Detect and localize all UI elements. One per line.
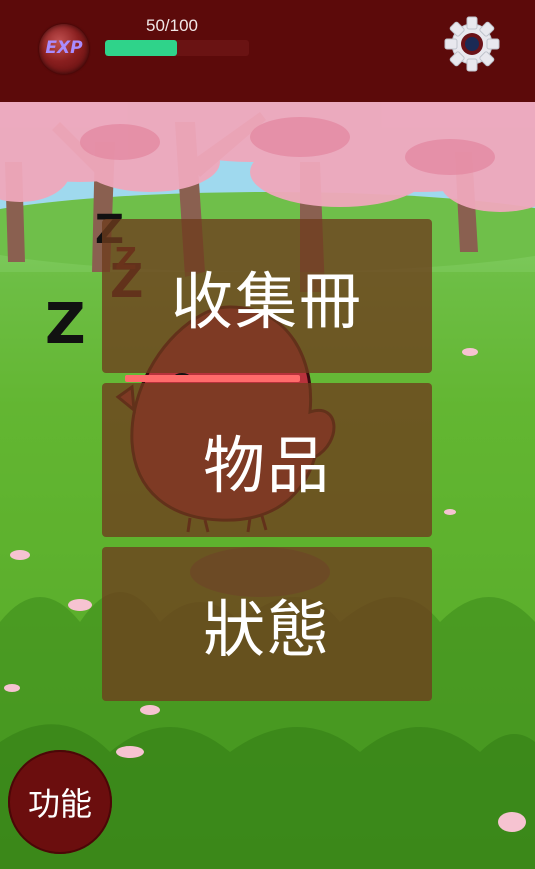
gear-icon[interactable] bbox=[442, 14, 502, 74]
collection-book-label: 收集冊 bbox=[170, 265, 363, 338]
status-label: 狀態 bbox=[202, 593, 331, 666]
sleep-z-mark: Z bbox=[45, 292, 86, 357]
exp-orb-icon: EXP bbox=[39, 24, 89, 74]
exp-progress-bar bbox=[105, 40, 249, 56]
items-button[interactable]: 物品 bbox=[102, 383, 432, 537]
items-label: 物品 bbox=[202, 429, 331, 502]
function-button-label: 功能 bbox=[27, 785, 92, 823]
collection-book-button[interactable]: 收集冊 bbox=[102, 219, 432, 373]
function-button[interactable]: 功能 bbox=[8, 750, 112, 854]
exp-label: EXP bbox=[45, 38, 83, 58]
status-button[interactable]: 狀態 bbox=[102, 547, 432, 701]
exp-value-text: 50/100 bbox=[146, 16, 198, 35]
exp-progress-fill bbox=[105, 40, 177, 56]
bird-highlight-line bbox=[125, 375, 300, 382]
top-hud: EXP 50/100 bbox=[0, 0, 535, 102]
